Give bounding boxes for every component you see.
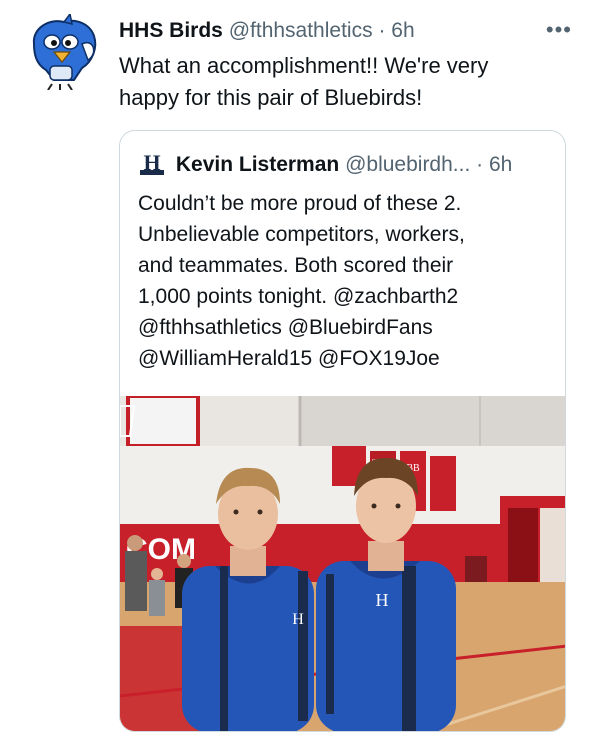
quoted-display-name[interactable]: Kevin Listerman: [176, 153, 339, 176]
quoted-text-line: Unbelievable competitors, workers,: [138, 223, 465, 246]
quoted-text-line: @WilliamHerald15 @FOX19Joe: [138, 347, 440, 370]
tweet-text: What an accomplishment!! We're very happ…: [119, 50, 559, 114]
quoted-tweet-card[interactable]: H Kevin Listerman @bluebirdh... · 6h Cou…: [119, 130, 566, 732]
quoted-text-line: and teammates. Both scored their: [138, 254, 454, 277]
quoted-tweet-text: Couldn’t be more proud of these 2. Unbel…: [138, 188, 558, 374]
quoted-text-line: Couldn’t be more proud of these 2.: [138, 192, 462, 215]
tweet-photo[interactable]: STIFEL BB COM: [120, 396, 565, 731]
h-logo-icon: H: [138, 149, 166, 177]
quoted-tweet-header: H Kevin Listerman @bluebirdh... · 6h: [138, 149, 551, 179]
quoted-text-line: @fthhsathletics @BluebirdFans: [138, 316, 433, 339]
quoted-avatar[interactable]: H: [138, 149, 166, 177]
display-name[interactable]: HHS Birds: [119, 19, 223, 42]
quoted-timestamp[interactable]: 6h: [489, 153, 512, 176]
quoted-separator: ·: [476, 153, 484, 176]
quoted-handle[interactable]: @bluebirdh...: [345, 153, 470, 176]
separator: ·: [378, 19, 386, 42]
gym-photo-image: STIFEL BB COM: [120, 396, 565, 731]
avatar[interactable]: [24, 14, 100, 90]
tweet-text-line: What an accomplishment!! We're very: [119, 53, 489, 78]
jersey-letter-right: H: [376, 590, 389, 610]
bluebird-mascot-icon: [32, 14, 97, 90]
handle[interactable]: @fthhsathletics: [229, 19, 373, 42]
more-options-icon[interactable]: •••: [546, 19, 572, 41]
quoted-text-line: 1,000 points tonight. @zachbarth2: [138, 285, 459, 308]
jersey-letter-left: H: [292, 611, 304, 628]
tweet-header: HHS Birds @fthhsathletics · 6h: [119, 16, 554, 46]
timestamp[interactable]: 6h: [391, 19, 414, 42]
tweet-text-line: happy for this pair of Bluebirds!: [119, 85, 423, 110]
